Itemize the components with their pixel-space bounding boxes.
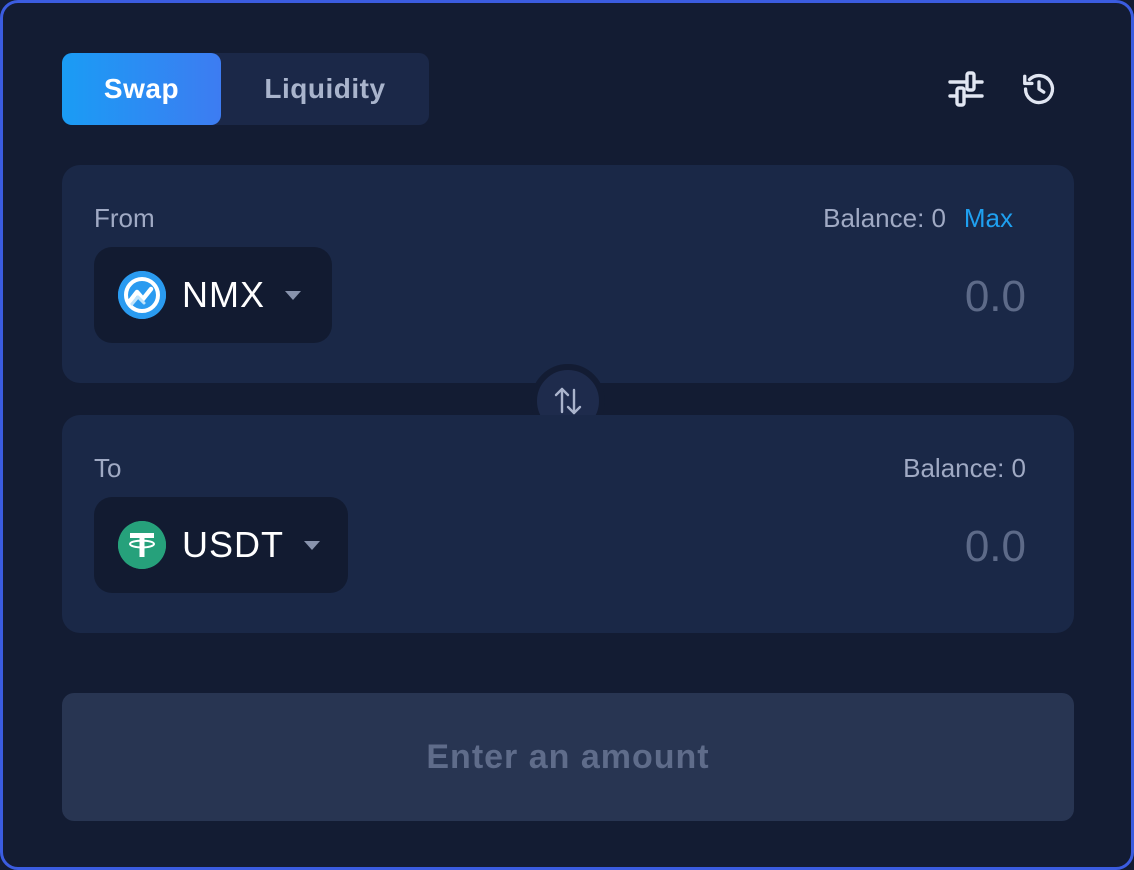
tab-bar: Swap Liquidity <box>62 53 429 125</box>
tab-swap[interactable]: Swap <box>62 53 221 125</box>
to-token-select[interactable]: USDT <box>94 497 348 593</box>
from-panel: From Balance: 0 Max NMX <box>62 165 1074 383</box>
to-balance: Balance: 0 <box>903 453 1026 483</box>
swap-card: Swap Liquidity From Balance: 0 Max NMX 0… <box>0 0 1134 870</box>
from-label: From <box>94 203 155 233</box>
from-token-select[interactable]: NMX <box>94 247 332 343</box>
enter-amount-button[interactable]: Enter an amount <box>62 693 1074 821</box>
to-label: To <box>94 453 122 483</box>
to-amount-input[interactable] <box>626 519 1026 575</box>
to-token-symbol: USDT <box>182 524 284 565</box>
chevron-down-icon <box>304 540 320 550</box>
from-balance: Balance: 0 <box>823 203 946 233</box>
history-icon[interactable] <box>1015 65 1063 113</box>
settings-sliders-icon[interactable] <box>942 65 990 113</box>
chevron-down-icon <box>285 290 301 300</box>
max-button[interactable]: Max <box>964 203 1013 234</box>
usdt-logo-icon <box>118 521 166 569</box>
to-panel: To Balance: 0 USDT <box>62 415 1074 633</box>
from-token-symbol: NMX <box>182 274 265 315</box>
from-amount-input[interactable] <box>626 269 1026 325</box>
nmx-logo-icon <box>118 271 166 319</box>
tab-liquidity[interactable]: Liquidity <box>221 53 429 125</box>
swap-vertical-arrows-icon <box>554 387 582 415</box>
